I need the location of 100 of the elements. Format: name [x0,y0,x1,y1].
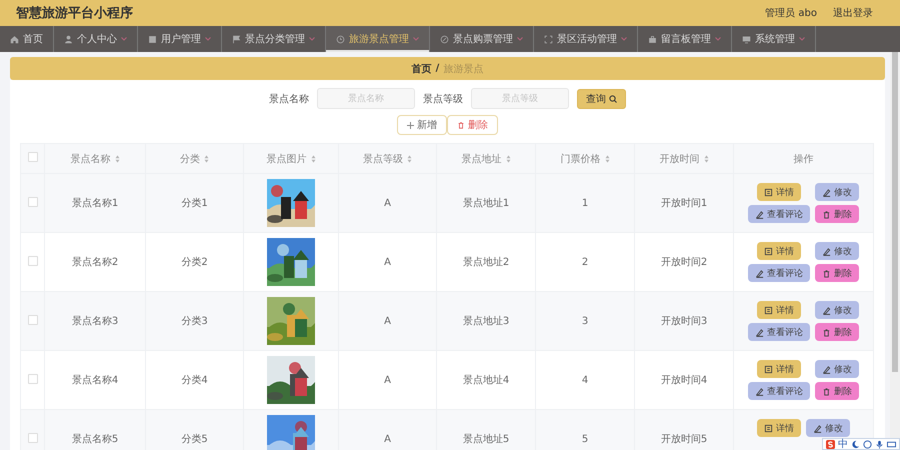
sort-icon[interactable] [204,154,209,162]
pencil-icon [755,268,764,278]
nav-menu-item[interactable]: 首页 [0,26,54,52]
fullscreen-icon [544,34,553,44]
table-cell: A [338,174,436,232]
trash-icon [822,328,831,336]
details-button[interactable]: 详情 [757,242,801,260]
add-button[interactable]: 新增 [397,115,447,135]
edit-button[interactable]: 修改 [806,419,850,437]
search-icon [609,94,617,102]
nav-menu-item[interactable]: 用户管理 [138,26,222,52]
table-cell: 景点名称3 [44,292,146,350]
nav-menu-item[interactable]: 系统管理 [732,26,816,52]
table-cell: 景点地址1 [436,174,536,232]
edit-button[interactable]: 修改 [815,301,859,319]
pencil-icon [813,424,822,432]
table-cell: 景点地址3 [436,292,536,350]
column-header[interactable]: 景点图片 [266,152,306,166]
nav-menu-item[interactable]: 留言板管理 [638,26,732,52]
pencil-icon [822,188,831,196]
sort-icon[interactable] [506,154,510,162]
trash-icon [822,386,831,396]
delete-button[interactable]: 删除 [815,205,859,223]
pencil-icon [755,386,764,396]
sort-icon[interactable] [407,154,412,162]
delete-button[interactable]: 删除 [815,323,859,341]
column-header[interactable]: 门票价格 [560,152,600,166]
user-icon [64,34,73,44]
nav-menu-item[interactable]: 景区活动管理 [534,26,638,52]
row-checkbox[interactable] [28,432,38,442]
table-cell: 分类5 [146,410,244,450]
nav-menu-item[interactable]: 个人中心 [54,26,138,52]
document-icon [764,188,773,196]
search-button[interactable]: 查询 [577,88,626,108]
delete-button[interactable]: 删除 [815,264,859,282]
input-mode-label[interactable]: 中 [838,437,848,450]
column-header[interactable]: 开放时间 [660,152,700,166]
column-header[interactable]: 分类 [180,152,200,166]
details-button[interactable]: 详情 [757,301,801,319]
table-cell: 1 [536,174,634,232]
details-button[interactable]: 详情 [757,183,801,201]
trash-icon [457,121,465,129]
select-all-checkbox[interactable] [28,152,38,162]
column-header: 操作 [794,154,814,164]
caret-icon [413,37,419,41]
caret-icon [799,37,805,41]
plus-icon [407,122,414,128]
column-header[interactable]: 景点名称 [70,152,110,166]
keyboard-icon[interactable] [887,440,896,448]
row-checkbox[interactable] [28,374,38,384]
field-label: 景点名称 [269,92,309,106]
moon-icon[interactable] [851,440,860,448]
table-cell: 景点名称5 [44,410,146,450]
view-reviews-button[interactable]: 查看评论 [748,382,810,400]
pencil-icon [755,328,764,336]
caret-icon [309,37,315,41]
trash-icon [822,210,831,218]
breadcrumb-current: 旅游景点 [443,62,484,76]
nav-menu-item[interactable]: 旅游景点管理 [326,26,430,52]
table-cell: 开放时间5 [634,410,734,450]
breadcrumb-separator: / [436,63,440,74]
edit-button[interactable]: 修改 [815,360,859,378]
column-header[interactable]: 景点等级 [363,152,403,166]
view-reviews-button[interactable]: 查看评论 [748,264,810,282]
table-cell: A [338,292,436,350]
sort-icon[interactable] [604,154,610,162]
table-cell: A [338,410,436,450]
breadcrumb-home-link[interactable]: 首页 [412,62,432,76]
pencil-icon [822,306,831,314]
details-button[interactable]: 详情 [757,360,801,378]
caret-icon [621,37,627,41]
microphone-icon[interactable] [875,440,884,448]
delete-button[interactable]: 删除 [447,115,498,135]
view-reviews-button[interactable]: 查看评论 [748,323,810,341]
monitor-icon [742,34,751,44]
caret-icon [715,37,721,41]
field-label: 景点等级 [423,92,463,106]
row-checkbox[interactable] [28,196,38,206]
view-reviews-button[interactable]: 查看评论 [748,205,810,223]
column-header[interactable]: 景点地址 [462,152,502,166]
table-cell: 开放时间1 [634,174,734,232]
sort-icon[interactable] [114,154,120,162]
table-cell: 景点名称1 [44,174,146,232]
table-cell: 景点地址5 [436,410,536,450]
sort-icon[interactable] [704,154,708,162]
app-title: 智慧旅游平台小程序 [16,4,134,22]
edit-button[interactable]: 修改 [815,183,859,201]
clock-icon [336,34,345,44]
sort-icon[interactable] [310,154,316,162]
caret-icon [205,37,211,41]
delete-button[interactable]: 删除 [815,382,859,400]
nav-menu-item[interactable]: 景点购票管理 [430,26,534,52]
row-checkbox[interactable] [28,314,38,324]
pencil-icon [755,210,764,218]
details-button[interactable]: 详情 [757,419,801,437]
row-checkbox[interactable] [28,256,38,266]
edit-button[interactable]: 修改 [815,242,859,260]
logout-link[interactable]: 退出登录 [833,6,873,20]
table-cell: 开放时间3 [634,292,734,350]
document-icon [764,364,773,374]
